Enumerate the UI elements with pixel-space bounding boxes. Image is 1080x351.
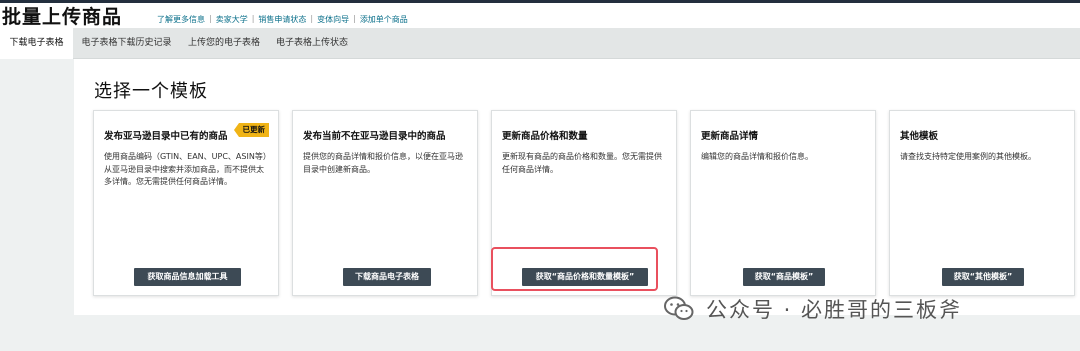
tab-upload-status[interactable]: 电子表格上传状态 — [268, 28, 356, 58]
variation-wizard-link[interactable]: 变体向导 — [317, 14, 349, 25]
card-description: 更新现有商品的商品价格和数量。您无需提供任何商品详情。 — [502, 152, 662, 174]
card-title: 发布当前不在亚马逊目录中的商品 — [303, 131, 446, 142]
get-product-template-button[interactable]: 获取“商品模板” — [743, 268, 825, 286]
learn-more-link[interactable]: 了解更多信息 — [157, 14, 205, 25]
template-card-existing-products: 发布亚马逊目录中已有的商品 已更新 使用商品编码（GTIN、EAN、UPC、AS… — [93, 110, 279, 296]
template-card-new-products: 发布当前不在亚马逊目录中的商品 提供您的商品详情和报价信息，以便在亚马逊目录中创… — [292, 110, 478, 296]
link-separator: | — [251, 14, 255, 23]
tab-download-history[interactable]: 电子表格下载历史记录 — [73, 28, 180, 58]
link-separator: | — [209, 14, 212, 23]
tab-download-spreadsheet[interactable]: 下载电子表格 — [0, 28, 73, 59]
card-description: 编辑您的商品详情和报价信息。 — [701, 152, 813, 161]
watermark-text: 公众号 · 必胜哥的三板斧 — [706, 298, 963, 322]
application-status-link[interactable]: 销售申请状态 — [258, 14, 306, 25]
wechat-icon — [664, 296, 694, 322]
header-links: 了解更多信息 | 卖家大学 | 销售申请状态 | 变体向导 | 添加单个商品 — [157, 14, 408, 25]
link-separator: | — [353, 14, 356, 23]
link-separator: | — [310, 14, 314, 23]
card-title: 发布亚马逊目录中已有的商品 — [104, 131, 228, 142]
tab-bar: 下载电子表格 电子表格下载历史记录 上传您的电子表格 电子表格上传状态 — [0, 28, 1080, 59]
get-other-template-button[interactable]: 获取“其他模板” — [942, 268, 1024, 286]
watermark: 公众号 · 必胜哥的三板斧 — [664, 292, 962, 326]
add-single-product-link[interactable]: 添加单个商品 — [360, 14, 408, 25]
template-card-product-details: 更新商品详情 编辑您的商品详情和报价信息。 获取“商品模板” — [690, 110, 876, 296]
card-description: 提供您的商品详情和报价信息，以便在亚马逊目录中创建新商品。 — [303, 152, 463, 174]
card-title: 其他模板 — [900, 131, 939, 142]
card-description: 使用商品编码（GTIN、EAN、UPC、ASIN等）从亚马逊目录中搜索并添加商品… — [104, 152, 267, 186]
template-card-other: 其他模板 请查找支持特定使用案例的其他模板。 获取“其他模板” — [889, 110, 1075, 296]
page-header: 批量上传商品 了解更多信息 | 卖家大学 | 销售申请状态 | 变体向导 | 添… — [0, 3, 1080, 28]
download-product-spreadsheet-button[interactable]: 下载商品电子表格 — [343, 268, 431, 286]
page-title: 批量上传商品 — [2, 6, 123, 28]
tab-upload-spreadsheet[interactable]: 上传您的电子表格 — [180, 28, 268, 58]
card-title: 更新商品价格和数量 — [502, 131, 588, 142]
updated-badge: 已更新 — [233, 123, 269, 137]
get-listing-loader-button[interactable]: 获取商品信息加载工具 — [134, 268, 241, 286]
seller-university-link[interactable]: 卖家大学 — [216, 14, 248, 25]
highlight-box — [491, 247, 658, 291]
card-description: 请查找支持特定使用案例的其他模板。 — [900, 152, 1036, 161]
section-title: 选择一个模板 — [94, 81, 208, 102]
card-title: 更新商品详情 — [701, 131, 759, 142]
